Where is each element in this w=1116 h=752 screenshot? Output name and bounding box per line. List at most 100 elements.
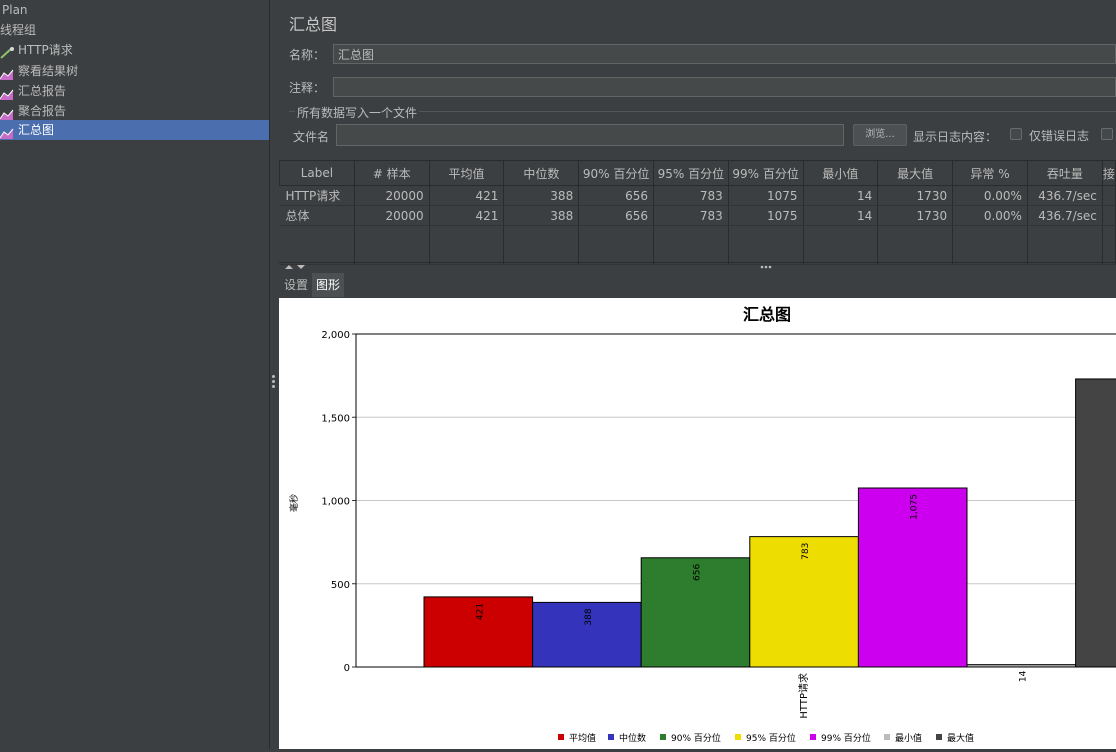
name-field[interactable]: 汇总图 <box>333 44 1116 64</box>
table-cell: 14 <box>803 185 879 206</box>
table-cell: 1075 <box>728 185 804 206</box>
chart-icon <box>0 66 14 80</box>
drag-handle-icon[interactable] <box>272 375 275 390</box>
legend-label: 最大值 <box>947 732 974 744</box>
tree-item-summary-report[interactable]: 汇总报告 <box>0 81 66 101</box>
table-cell: 总体 <box>279 205 355 226</box>
data-label: 783 <box>801 543 811 560</box>
tree-item-summary-graph[interactable]: 汇总图 <box>0 120 269 140</box>
collapse-arrows-icon[interactable] <box>283 263 313 272</box>
chart-icon <box>0 106 14 120</box>
table-cell: 388 <box>503 185 580 206</box>
tree-item-label: 汇总报告 <box>18 84 67 98</box>
legend-swatch <box>558 734 564 740</box>
splitter-dots-icon[interactable] <box>760 264 774 270</box>
tree-item-http-request[interactable]: HTTP请求 <box>0 40 73 60</box>
column-header[interactable]: 90% 百分位 <box>578 160 654 186</box>
table-cell: 1075 <box>728 205 804 226</box>
table-row[interactable]: HTTP请求 20000 421 388 656 783 1075 14 173… <box>279 185 1116 206</box>
table-cell <box>1102 205 1116 226</box>
table-cell: 656 <box>578 185 654 206</box>
column-header[interactable]: 99% 百分位 <box>727 160 804 186</box>
table-cell: 421 <box>429 185 505 206</box>
legend-swatch <box>810 734 816 740</box>
errors-only-checkbox[interactable] <box>1010 128 1022 140</box>
data-label: 388 <box>584 608 594 625</box>
legend-label: 95% 百分位 <box>746 732 796 744</box>
name-label: 名称： <box>289 48 326 62</box>
tree-item-thread-group[interactable]: 线程组 <box>0 20 36 40</box>
page-title: 汇总图 <box>289 15 338 34</box>
table-cell: 436.7/sec <box>1027 185 1103 206</box>
stats-table: Label # 样本 平均值 中位数 90% 百分位 95% 百分位 99% 百… <box>279 160 1116 265</box>
table-cell: 436.7/sec <box>1027 205 1103 226</box>
column-header[interactable]: 最小值 <box>802 160 879 186</box>
table-cell: 388 <box>503 205 580 226</box>
legend-label: 99% 百分位 <box>821 732 871 744</box>
chart-title: 汇总图 <box>743 305 791 324</box>
column-header[interactable]: 异常 % <box>952 160 1028 186</box>
errors-only-label: 仅错误日志 <box>1029 129 1090 143</box>
table-splitter[interactable] <box>279 262 1116 272</box>
tree-item-label: 线程组 <box>0 23 37 37</box>
table-row-empty <box>279 225 1116 265</box>
summary-chart: 汇总图 0 500 1,000 1,500 2,000 毫秒 421 388 656 783 1,07… <box>279 298 1116 749</box>
tree-item-view-results-tree[interactable]: 察看结果树 <box>0 61 78 81</box>
column-header[interactable]: Label <box>279 160 355 186</box>
chart-icon <box>0 86 14 100</box>
table-cell: 783 <box>653 205 729 226</box>
comment-label: 注释： <box>289 81 326 95</box>
chart-svg: 汇总图 0 500 1,000 1,500 2,000 毫秒 421 388 656 783 1,07… <box>288 305 1116 744</box>
bar <box>966 664 1077 668</box>
comment-field[interactable] <box>333 77 1116 97</box>
column-header[interactable]: 接 <box>1101 160 1116 186</box>
tree-item-label: Plan <box>2 3 28 17</box>
table-cell: 656 <box>578 205 654 226</box>
browse-button[interactable]: 浏览... <box>853 124 907 146</box>
y-tick-label: 500 <box>331 580 350 591</box>
x-tick-label: HTTP请求 <box>797 673 810 719</box>
chart-icon <box>0 125 14 139</box>
column-header[interactable]: 吞吐量 <box>1026 160 1103 186</box>
y-tick-label: 0 <box>344 663 350 674</box>
successes-checkbox[interactable] <box>1101 128 1113 140</box>
y-axis-label: 毫秒 <box>288 494 300 512</box>
table-cell: 1730 <box>877 185 954 206</box>
table-cell: HTTP请求 <box>279 185 355 206</box>
table-cell: 20000 <box>354 185 430 206</box>
tree-item-plan[interactable]: Plan <box>2 0 28 20</box>
tree-item-label: 察看结果树 <box>18 64 79 78</box>
legend-label: 中位数 <box>619 732 646 744</box>
tree-item-label: HTTP请求 <box>18 43 73 57</box>
y-tick-label: 1,500 <box>321 413 350 424</box>
table-cell: 14 <box>803 205 879 226</box>
data-label: 656 <box>693 564 703 581</box>
legend-swatch <box>936 734 942 740</box>
pipette-icon <box>0 45 14 59</box>
column-header[interactable]: 中位数 <box>503 160 580 186</box>
tab-graph[interactable]: 图形 <box>312 273 345 297</box>
data-label: 1,075 <box>910 494 920 520</box>
table-cell: 0.00% <box>952 205 1028 226</box>
column-header[interactable]: 平均值 <box>428 160 505 186</box>
table-cell: 421 <box>429 205 505 226</box>
table-row[interactable]: 总体 20000 421 388 656 783 1075 14 1730 0.… <box>279 205 1116 226</box>
tree-item-aggregate-report[interactable]: 聚合报告 <box>0 101 66 121</box>
y-tick-label: 1,000 <box>321 497 350 508</box>
filename-label: 文件名 <box>293 130 330 144</box>
table-cell: 0.00% <box>952 185 1028 206</box>
tree-item-label: 聚合报告 <box>18 104 67 118</box>
test-plan-tree: Plan 线程组 HTTP请求 察看结果树 汇总报告 聚合报告 汇总图 <box>0 0 269 749</box>
file-group-title: 所有数据写入一个文件 <box>295 104 420 121</box>
data-label: 14 <box>1018 670 1028 682</box>
column-header[interactable]: 95% 百分位 <box>652 160 729 186</box>
column-header[interactable]: 最大值 <box>877 160 954 186</box>
y-tick-label: 2,000 <box>321 330 350 341</box>
data-label: 421 <box>475 603 485 620</box>
table-cell: 20000 <box>354 205 430 226</box>
tab-settings[interactable]: 设置 <box>280 273 312 297</box>
filename-field[interactable] <box>336 124 844 146</box>
column-header[interactable]: # 样本 <box>353 160 430 186</box>
legend-label: 平均值 <box>569 732 596 744</box>
legend-label: 90% 百分位 <box>671 732 721 744</box>
